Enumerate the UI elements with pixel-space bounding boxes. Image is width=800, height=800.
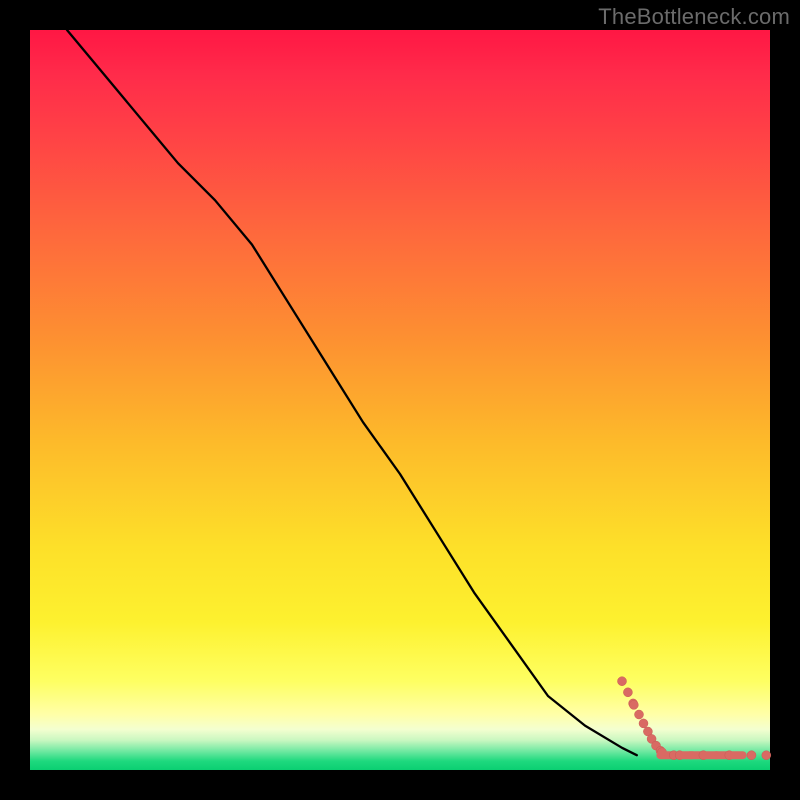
data-dot — [623, 688, 632, 697]
data-dot — [762, 751, 771, 760]
plot-area — [30, 30, 770, 770]
chart-svg — [30, 30, 770, 770]
data-dot — [618, 677, 627, 686]
data-dot — [639, 719, 648, 728]
data-dot — [629, 700, 638, 709]
data-dot — [747, 751, 756, 760]
watermark-text: TheBottleneck.com — [598, 4, 790, 30]
threshold-line — [67, 30, 637, 755]
data-dot — [635, 710, 644, 719]
data-points-group — [618, 677, 771, 760]
chart-container: TheBottleneck.com — [0, 0, 800, 800]
